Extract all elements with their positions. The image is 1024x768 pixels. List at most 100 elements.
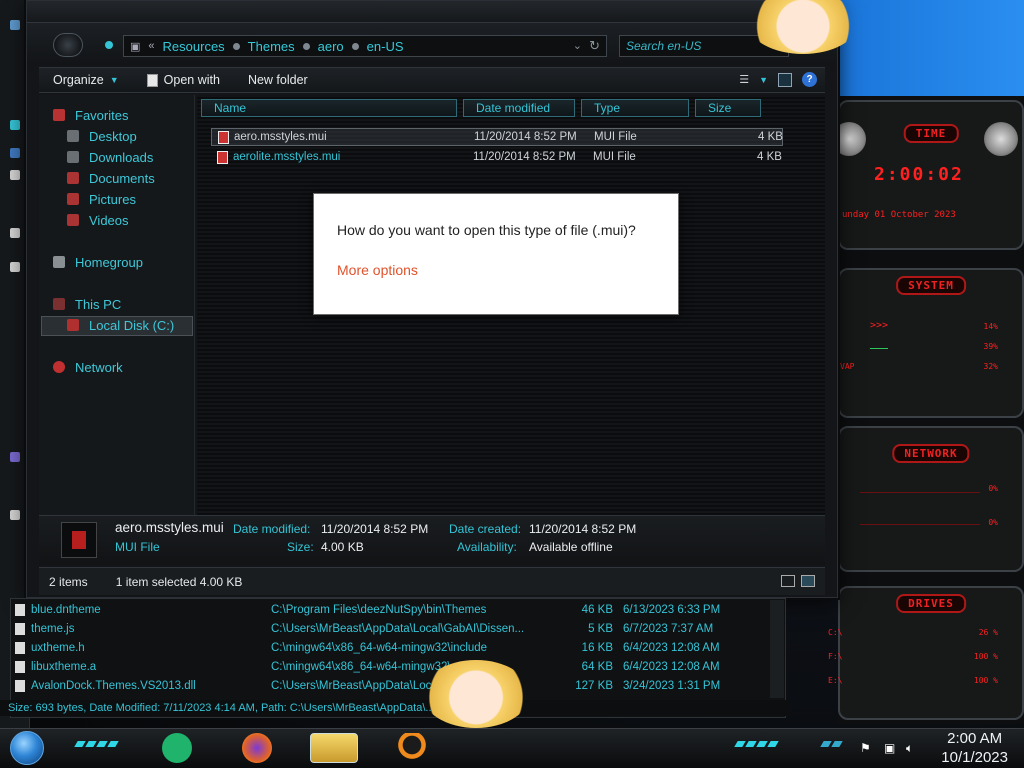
- result-path: C:\Users\MrBeast\AppData\Local\GabAI\Dis…: [271, 623, 525, 635]
- file-row[interactable]: aerolite.msstyles.mui 11/20/2014 8:52 PM…: [211, 149, 783, 167]
- ram-percent: 39%: [983, 342, 998, 351]
- breadcrumb-separator-icon[interactable]: [232, 42, 240, 50]
- nav-homegroup-label: Homegroup: [75, 254, 143, 270]
- preview-pane-icon[interactable]: [778, 72, 792, 87]
- time-gadget-title: TIME: [903, 124, 959, 143]
- nav-favorites[interactable]: Favorites: [53, 105, 128, 125]
- new-folder-button[interactable]: New folder: [234, 73, 322, 87]
- dialog-question: How do you want to open this type of fil…: [337, 222, 636, 238]
- result-row[interactable]: blue.dntheme C:\Program Files\deezNutSpy…: [11, 602, 787, 620]
- dock-icon[interactable]: [10, 228, 20, 238]
- drive-f-percent: 100 %: [973, 652, 998, 661]
- address-bar[interactable]: ▣ « Resources Themes aero en-US ⌄ ↻: [123, 35, 607, 57]
- file-date: 11/20/2014 8:52 PM: [474, 131, 577, 143]
- nav-local-disk-label: Local Disk (C:): [89, 317, 175, 333]
- dock-icon[interactable]: [10, 120, 20, 130]
- details-size-label: Size:: [287, 540, 314, 554]
- taskbar-clock[interactable]: 2:00 AM 10/1/2023: [941, 729, 1008, 767]
- help-icon[interactable]: ?: [802, 72, 817, 87]
- more-options-link[interactable]: More options: [337, 262, 418, 278]
- network-icon: [53, 361, 65, 373]
- organize-button[interactable]: Organize ▼: [39, 73, 133, 87]
- file-explorer-taskbar-icon[interactable]: [310, 733, 358, 763]
- details-filetype: MUI File: [115, 540, 160, 554]
- dock-icon[interactable]: [10, 148, 20, 158]
- back-forward-orb[interactable]: [53, 33, 83, 57]
- date-line: unday 01 October 2023: [842, 210, 956, 220]
- homegroup-icon: [53, 256, 65, 268]
- column-header-size[interactable]: Size: [695, 99, 761, 117]
- swap-label: VAP: [840, 362, 855, 371]
- breadcrumb-separator-icon[interactable]: [302, 42, 310, 50]
- column-header-name[interactable]: Name: [201, 99, 457, 117]
- column-headers: Name Date modified Type Size: [201, 99, 821, 119]
- chat-app-icon[interactable]: [162, 733, 192, 763]
- search-app-icon[interactable]: [396, 733, 436, 763]
- alien-logo-icon: [984, 122, 1018, 156]
- dock-icon[interactable]: [10, 262, 20, 272]
- chevron-down-icon: ▼: [109, 75, 119, 85]
- chevron-down-icon[interactable]: ▼: [759, 75, 768, 85]
- breadcrumb-aero[interactable]: aero: [318, 39, 344, 54]
- breadcrumb-en-us[interactable]: en-US: [367, 39, 404, 54]
- breadcrumb-themes[interactable]: Themes: [248, 39, 295, 54]
- results-scrollbar[interactable]: [770, 600, 784, 698]
- start-button[interactable]: [10, 731, 44, 765]
- result-path: C:\Program Files\deezNutSpy\bin\Themes: [271, 604, 487, 616]
- result-name: AvalonDock.Themes.VS2013.dll: [31, 680, 196, 692]
- mui-file-icon: [218, 131, 229, 144]
- result-name: uxtheme.h: [31, 642, 85, 654]
- dock-icon[interactable]: [10, 510, 20, 520]
- large-icons-view-icon[interactable]: [801, 575, 815, 587]
- sidebar-gadgets: TIME 2:00:02 unday 01 October 2023 SYSTE…: [828, 96, 1024, 724]
- chevron-left-icon[interactable]: «: [148, 40, 154, 52]
- dock-icon[interactable]: [10, 20, 20, 30]
- nav-desktop[interactable]: Desktop: [67, 126, 137, 146]
- nav-pictures[interactable]: Pictures: [67, 189, 136, 209]
- view-options-icon[interactable]: ☰: [739, 73, 749, 86]
- window-title-bar[interactable]: [27, 1, 837, 23]
- taskbar-decoration: [74, 741, 119, 749]
- recent-locations-button[interactable]: [105, 41, 113, 49]
- clock-time: 2:00 AM: [947, 730, 1003, 747]
- result-size: 46 KB: [581, 604, 613, 616]
- dock-icon[interactable]: [10, 170, 20, 180]
- refresh-icon[interactable]: ↻: [589, 38, 600, 54]
- nav-homegroup[interactable]: Homegroup: [53, 252, 143, 272]
- breadcrumb-separator-icon[interactable]: [351, 42, 359, 50]
- network-icon[interactable]: ▣: [884, 741, 898, 755]
- chevron-down-icon[interactable]: ⌄: [573, 39, 582, 52]
- result-date: 6/4/2023 12:08 AM: [623, 642, 720, 654]
- nav-downloads[interactable]: Downloads: [67, 147, 153, 167]
- details-availability: Available offline: [529, 540, 613, 554]
- navigation-pane: Favorites Desktop Downloads Documents Pi…: [39, 95, 195, 515]
- command-bar: Organize ▼ Open with New folder ☰ ▼ ?: [39, 67, 825, 93]
- firefox-icon[interactable]: [242, 733, 272, 763]
- nav-documents[interactable]: Documents: [67, 168, 155, 188]
- flag-icon[interactable]: ⚑: [860, 741, 874, 755]
- result-row[interactable]: AvalonDock.Themes.VS2013.dll C:\Users\Mr…: [11, 678, 787, 696]
- drive-e-label: E:\: [828, 676, 843, 685]
- nav-network[interactable]: Network: [53, 357, 123, 377]
- volume-icon[interactable]: 🔈︎: [906, 741, 920, 755]
- column-header-date-modified[interactable]: Date modified: [463, 99, 575, 117]
- breadcrumb-resources[interactable]: Resources: [163, 39, 225, 54]
- result-row[interactable]: theme.js C:\Users\MrBeast\AppData\Local\…: [11, 621, 787, 639]
- nav-videos[interactable]: Videos: [67, 210, 129, 230]
- time-gadget: TIME 2:00:02 unday 01 October 2023: [832, 100, 1024, 250]
- result-row[interactable]: uxtheme.h C:\mingw64\x86_64-w64-mingw32\…: [11, 640, 787, 658]
- open-with-button[interactable]: Open with: [133, 73, 234, 87]
- result-date: 6/4/2023 12:08 AM: [623, 661, 720, 673]
- column-header-type[interactable]: Type: [581, 99, 689, 117]
- file-name: aerolite.msstyles.mui: [233, 151, 341, 163]
- nav-this-pc[interactable]: This PC: [53, 294, 121, 314]
- file-icon: [15, 642, 25, 654]
- details-view-icon[interactable]: [781, 575, 795, 587]
- drives-gadget: DRIVES C:\ 26 % F:\ 100 % E:\ 100 %: [828, 586, 1024, 720]
- file-row[interactable]: aero.msstyles.mui 11/20/2014 8:52 PM MUI…: [211, 128, 783, 146]
- result-row[interactable]: libuxtheme.a C:\mingw64\x86_64-w64-mingw…: [11, 659, 787, 677]
- file-name: aero.msstyles.mui: [234, 131, 327, 143]
- swap-percent: 32%: [983, 362, 998, 371]
- nav-local-disk[interactable]: Local Disk (C:): [67, 315, 174, 335]
- dock-icon[interactable]: [10, 452, 20, 462]
